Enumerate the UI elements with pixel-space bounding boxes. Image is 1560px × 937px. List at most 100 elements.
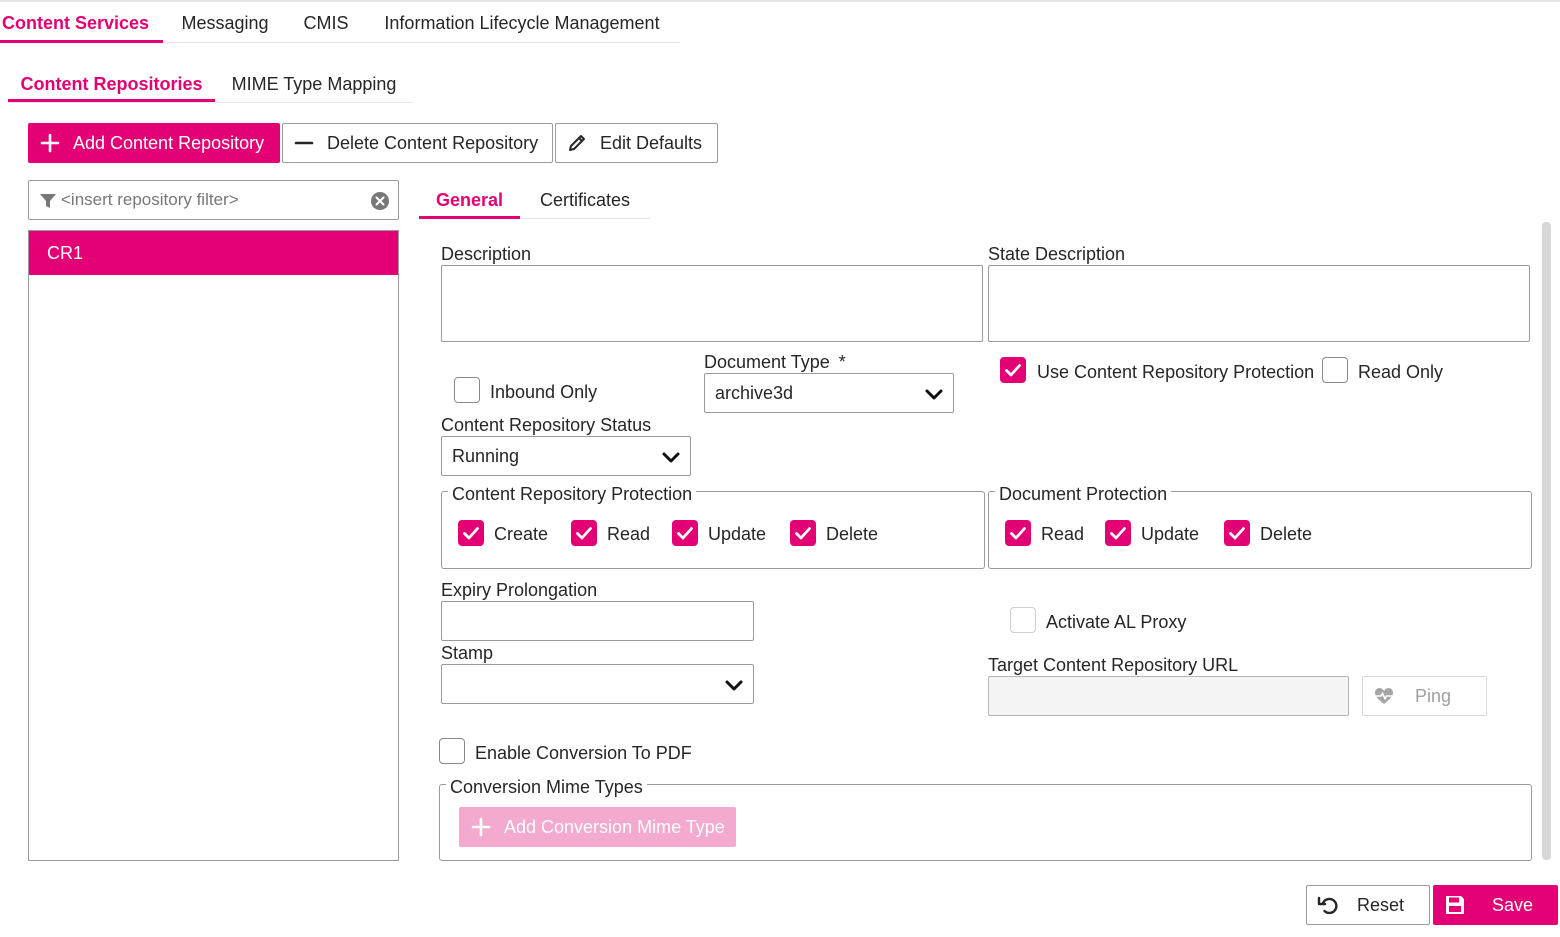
tab-cmis[interactable]: CMIS <box>287 6 365 42</box>
expiry-prolongation-label: Expiry Prolongation <box>441 580 598 600</box>
save-label: Save <box>1492 894 1534 915</box>
use-content-repository-protection-checkbox[interactable] <box>1000 357 1026 383</box>
plus-icon <box>39 132 61 154</box>
repository-name: CR1 <box>47 242 84 263</box>
list-item[interactable]: CR1 <box>29 231 398 275</box>
delete-content-repository-button[interactable]: Delete Content Repository <box>282 123 553 163</box>
add-content-repository-button[interactable]: Add Content Repository <box>28 123 280 163</box>
minus-icon <box>293 132 315 154</box>
conversion-mime-types-legend: Conversion Mime Types <box>446 777 647 798</box>
state-description-label: State Description <box>988 244 1126 264</box>
target-content-repository-url-input[interactable] <box>988 676 1349 716</box>
tab-messaging[interactable]: Messaging <box>163 6 287 42</box>
delete-content-repository-label: Delete Content Repository <box>327 132 539 153</box>
edit-defaults-label: Edit Defaults <box>600 132 703 153</box>
sub-tabs-baseline <box>8 102 413 103</box>
checkmark-icon <box>463 527 479 540</box>
repository-list: CR1 <box>28 230 399 861</box>
checkmark-icon <box>795 527 811 540</box>
cr-protection-read-checkbox[interactable] <box>571 520 597 546</box>
cr-protection-read-label: Read <box>607 524 651 544</box>
main-tab-active-indicator <box>0 40 163 43</box>
clear-icon[interactable] <box>370 191 390 211</box>
heartbeat-icon <box>1373 685 1395 707</box>
undo-icon <box>1317 894 1339 916</box>
doc-protection-read-label: Read <box>1041 524 1085 544</box>
main-tabs: Content Services Messaging CMIS Informat… <box>0 6 679 42</box>
checkmark-icon <box>1110 527 1126 540</box>
save-button[interactable]: Save <box>1433 885 1558 925</box>
sub-tab-active-indicator <box>8 99 215 102</box>
cr-protection-delete-label: Delete <box>826 524 879 544</box>
cr-protection-create-label: Create <box>494 524 549 544</box>
description-label: Description <box>441 244 532 264</box>
cr-protection-update-checkbox[interactable] <box>672 520 698 546</box>
doc-protection-read-checkbox[interactable] <box>1005 520 1031 546</box>
use-content-repository-protection-label: Use Content Repository Protection <box>1037 362 1315 382</box>
plus-icon <box>470 816 492 838</box>
document-protection-legend: Document Protection <box>995 484 1172 505</box>
checkmark-icon <box>1005 364 1021 377</box>
target-content-repository-url-label: Target Content Repository URL <box>988 655 1239 675</box>
state-description-textarea[interactable] <box>988 265 1530 342</box>
enable-conversion-to-pdf-checkbox[interactable] <box>439 738 465 764</box>
chevron-down-icon <box>925 389 943 400</box>
tab-content-repositories[interactable]: Content Repositories <box>8 67 215 101</box>
filter-icon <box>40 194 56 208</box>
content-repository-protection-legend: Content Repository Protection <box>448 484 697 505</box>
ping-label: Ping <box>1415 685 1452 706</box>
chevron-down-icon <box>662 452 680 463</box>
cr-protection-delete-checkbox[interactable] <box>790 520 816 546</box>
reset-button[interactable]: Reset <box>1306 885 1430 925</box>
checkmark-icon <box>1010 527 1026 540</box>
required-marker: * <box>838 352 846 372</box>
cr-protection-update-label: Update <box>708 524 767 544</box>
add-conversion-mime-type-button[interactable]: Add Conversion Mime Type <box>459 807 736 847</box>
tab-information-lifecycle-management[interactable]: Information Lifecycle Management <box>365 6 679 42</box>
cr-protection-create-checkbox[interactable] <box>458 520 484 546</box>
add-content-repository-label: Add Content Repository <box>73 132 265 153</box>
description-textarea[interactable] <box>441 265 983 342</box>
content-repository-status-select[interactable]: Running <box>441 436 691 476</box>
reset-label: Reset <box>1357 894 1405 915</box>
read-only-checkbox[interactable] <box>1322 357 1348 383</box>
checkmark-icon <box>1229 527 1245 540</box>
detail-tab-active-indicator <box>419 216 520 219</box>
tab-content-services[interactable]: Content Services <box>0 6 163 42</box>
inbound-only-checkbox[interactable] <box>454 377 480 403</box>
stamp-label: Stamp <box>441 643 494 663</box>
tab-general[interactable]: General <box>419 184 520 216</box>
repository-filter <box>28 180 399 220</box>
checkmark-icon <box>677 527 693 540</box>
activate-al-proxy-checkbox[interactable] <box>1010 607 1036 633</box>
checkmark-icon <box>576 527 592 540</box>
detail-tabs: General Certificates <box>419 184 650 216</box>
form-scrollbar[interactable] <box>1542 222 1551 860</box>
document-type-value: archive3d <box>715 382 794 403</box>
add-conversion-mime-type-label: Add Conversion Mime Type <box>504 816 725 837</box>
repository-filter-input[interactable] <box>61 187 361 213</box>
tab-certificates[interactable]: Certificates <box>520 184 650 216</box>
document-type-select[interactable]: archive3d <box>704 373 954 413</box>
doc-protection-update-checkbox[interactable] <box>1105 520 1131 546</box>
tab-mime-type-mapping[interactable]: MIME Type Mapping <box>215 67 413 101</box>
expiry-prolongation-input[interactable] <box>441 601 754 641</box>
ping-button[interactable]: Ping <box>1362 676 1487 716</box>
content-repository-status-value: Running <box>452 445 520 466</box>
edit-defaults-button[interactable]: Edit Defaults <box>555 123 718 163</box>
stamp-select[interactable] <box>441 664 754 704</box>
enable-conversion-to-pdf-label: Enable Conversion To PDF <box>475 743 692 763</box>
content-repository-status-label: Content Repository Status <box>441 415 652 435</box>
sub-tabs: Content Repositories MIME Type Mapping <box>8 67 413 101</box>
top-border <box>0 0 1560 2</box>
activate-al-proxy-label: Activate AL Proxy <box>1046 612 1187 632</box>
pencil-icon <box>566 132 588 154</box>
document-type-label: Document Type * <box>704 352 846 373</box>
save-icon <box>1444 894 1466 916</box>
doc-protection-delete-checkbox[interactable] <box>1224 520 1250 546</box>
doc-protection-update-label: Update <box>1141 524 1200 544</box>
document-type-label-text: Document Type <box>704 352 830 372</box>
doc-protection-delete-label: Delete <box>1260 524 1313 544</box>
inbound-only-label: Inbound Only <box>490 382 598 402</box>
chevron-down-icon <box>725 680 743 691</box>
